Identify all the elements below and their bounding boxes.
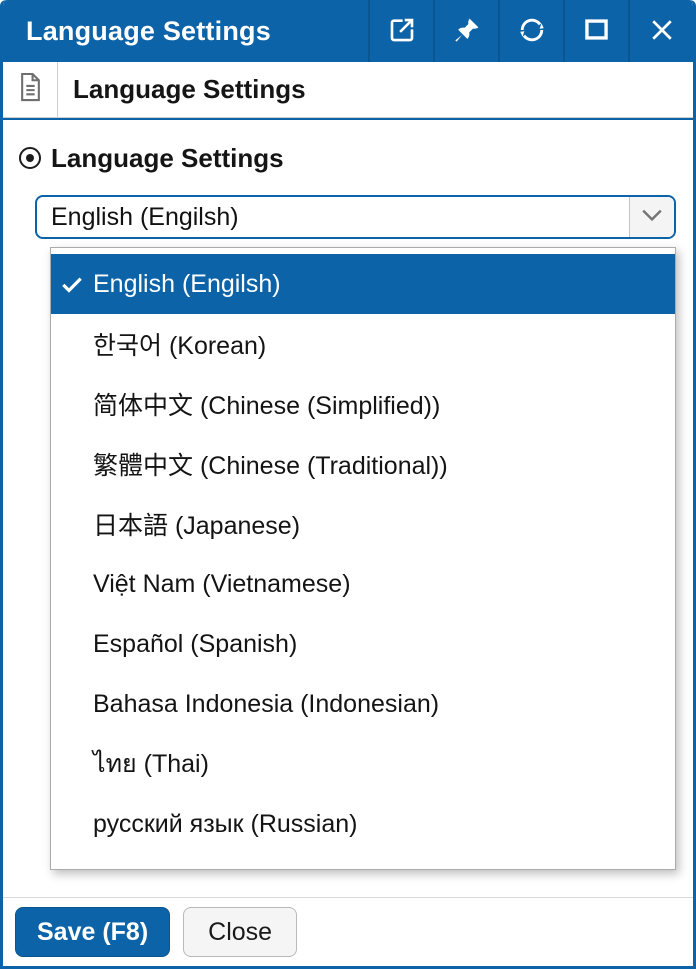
check-icon bbox=[51, 691, 93, 717]
language-option[interactable]: Việt Nam (Vietnamese) bbox=[51, 554, 675, 614]
chevron-down-icon bbox=[641, 208, 663, 227]
language-option-label: русский язык (Russian) bbox=[93, 810, 357, 839]
language-option-label: Español (Spanish) bbox=[93, 630, 297, 659]
language-select[interactable]: English (Engilsh) bbox=[35, 195, 676, 239]
footer: Save (F8) Close bbox=[3, 897, 693, 966]
language-option-label: ไทย (Thai) bbox=[93, 744, 209, 784]
section-label: Language Settings bbox=[51, 143, 284, 174]
refresh-icon bbox=[517, 15, 547, 48]
language-option-label: 繁體中文 (Chinese (Traditional)) bbox=[93, 446, 448, 482]
close-dialog-button[interactable]: Close bbox=[183, 907, 297, 957]
open-external-icon bbox=[387, 15, 417, 48]
document-icon-cell bbox=[3, 62, 58, 117]
language-option[interactable]: Español (Spanish) bbox=[51, 614, 675, 674]
window-title: Language Settings bbox=[3, 16, 271, 47]
language-dropdown-list: English (Engilsh) 한국어 (Korean) 简体中文 (Chi… bbox=[50, 247, 676, 870]
check-icon bbox=[51, 451, 93, 477]
language-option-label: Việt Nam (Vietnamese) bbox=[93, 570, 351, 599]
check-icon bbox=[51, 511, 93, 537]
pin-button[interactable] bbox=[433, 0, 498, 62]
check-icon bbox=[51, 571, 93, 597]
language-settings-window: Language Settings bbox=[0, 0, 696, 969]
language-option-label: 한국어 (Korean) bbox=[93, 326, 266, 362]
language-option[interactable]: 한국어 (Korean) bbox=[51, 314, 675, 374]
refresh-button[interactable] bbox=[498, 0, 563, 62]
language-option[interactable]: 简体中文 (Chinese (Simplified)) bbox=[51, 374, 675, 434]
maximize-icon bbox=[583, 16, 610, 46]
language-select-value: English (Engilsh) bbox=[37, 197, 629, 237]
language-option[interactable]: 繁體中文 (Chinese (Traditional)) bbox=[51, 434, 675, 494]
language-option[interactable]: русский язык (Russian) bbox=[51, 794, 675, 854]
language-option-label: English (Engilsh) bbox=[93, 270, 281, 299]
check-icon bbox=[51, 631, 93, 657]
open-external-button[interactable] bbox=[368, 0, 433, 62]
language-option[interactable]: Bahasa Indonesia (Indonesian) bbox=[51, 674, 675, 734]
radio-dot-icon bbox=[19, 147, 41, 169]
close-button[interactable] bbox=[628, 0, 693, 62]
maximize-button[interactable] bbox=[563, 0, 628, 62]
check-icon bbox=[51, 331, 93, 357]
language-option[interactable]: ไทย (Thai) bbox=[51, 734, 675, 794]
save-button[interactable]: Save (F8) bbox=[15, 907, 170, 957]
language-option-label: 简体中文 (Chinese (Simplified)) bbox=[93, 386, 440, 422]
pin-icon bbox=[453, 16, 481, 47]
language-select-chevron-cell[interactable] bbox=[629, 197, 674, 237]
titlebar-actions bbox=[368, 0, 693, 62]
language-option-label: Bahasa Indonesia (Indonesian) bbox=[93, 690, 439, 719]
check-icon bbox=[51, 811, 93, 837]
section-language-settings[interactable]: Language Settings bbox=[19, 141, 693, 175]
page-header: Language Settings bbox=[3, 62, 693, 118]
check-icon bbox=[51, 751, 93, 777]
close-icon bbox=[648, 16, 676, 47]
language-option[interactable]: English (Engilsh) bbox=[51, 254, 675, 314]
check-icon bbox=[51, 391, 93, 417]
check-icon bbox=[51, 271, 93, 297]
titlebar: Language Settings bbox=[3, 0, 693, 62]
language-option[interactable]: 日本語 (Japanese) bbox=[51, 494, 675, 554]
language-option-label: 日本語 (Japanese) bbox=[93, 506, 300, 542]
header-underline bbox=[3, 118, 693, 120]
document-icon bbox=[18, 72, 43, 107]
page-title: Language Settings bbox=[58, 74, 306, 105]
